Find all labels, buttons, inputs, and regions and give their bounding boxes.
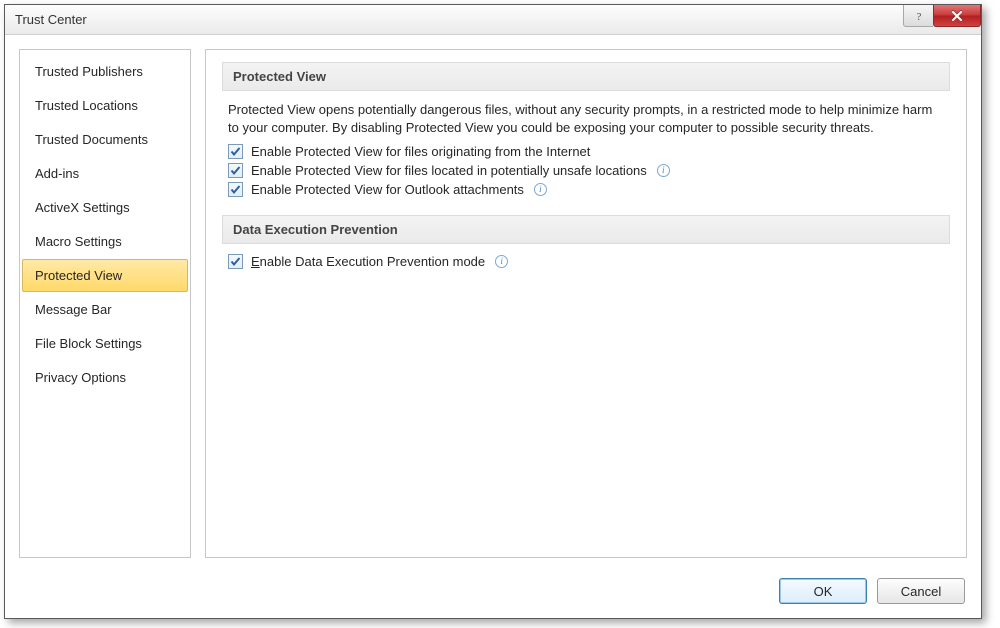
sidebar-item-trusted-locations[interactable]: Trusted Locations	[22, 89, 188, 122]
check-icon	[230, 184, 241, 195]
check-icon	[230, 165, 241, 176]
check-icon	[230, 146, 241, 157]
main-panel: Protected View Protected View opens pote…	[205, 49, 967, 558]
sidebar-item-label: ActiveX Settings	[35, 200, 130, 215]
checkbox-label: Enable Data Execution Prevention mode	[251, 254, 485, 269]
checkbox-outlook-attachments[interactable]	[228, 182, 243, 197]
close-icon	[951, 11, 963, 21]
check-icon	[230, 256, 241, 267]
sidebar-item-file-block-settings[interactable]: File Block Settings	[22, 327, 188, 360]
titlebar: Trust Center ?	[5, 5, 981, 35]
option-row: Enable Data Execution Prevention mode i	[228, 254, 944, 269]
checkbox-dep-mode[interactable]	[228, 254, 243, 269]
dialog-content: Trusted Publishers Trusted Locations Tru…	[5, 35, 981, 568]
sidebar-item-activex-settings[interactable]: ActiveX Settings	[22, 191, 188, 224]
info-icon[interactable]: i	[495, 255, 508, 268]
svg-text:?: ?	[916, 11, 921, 22]
info-icon[interactable]: i	[657, 164, 670, 177]
sidebar-item-label: Message Bar	[35, 302, 112, 317]
sidebar-item-trusted-publishers[interactable]: Trusted Publishers	[22, 55, 188, 88]
sidebar-item-label: Macro Settings	[35, 234, 122, 249]
help-button[interactable]: ?	[903, 5, 933, 27]
sidebar-item-privacy-options[interactable]: Privacy Options	[22, 361, 188, 394]
option-row: Enable Protected View for files originat…	[228, 144, 944, 159]
section-header-dep: Data Execution Prevention	[222, 215, 950, 244]
window-controls: ?	[903, 5, 981, 27]
info-icon[interactable]: i	[534, 183, 547, 196]
sidebar-item-message-bar[interactable]: Message Bar	[22, 293, 188, 326]
checkbox-label: Enable Protected View for files located …	[251, 163, 647, 178]
option-row: Enable Protected View for files located …	[228, 163, 944, 178]
window-title: Trust Center	[15, 12, 87, 27]
trust-center-dialog: Trust Center ? Trusted Publishers Truste…	[4, 4, 982, 619]
sidebar-item-label: File Block Settings	[35, 336, 142, 351]
sidebar-item-label: Trusted Publishers	[35, 64, 143, 79]
protected-view-description: Protected View opens potentially dangero…	[228, 101, 944, 136]
checkbox-unsafe-locations[interactable]	[228, 163, 243, 178]
section-header-protected-view: Protected View	[222, 62, 950, 91]
cancel-button[interactable]: Cancel	[877, 578, 965, 604]
sidebar-item-add-ins[interactable]: Add-ins	[22, 157, 188, 190]
option-row: Enable Protected View for Outlook attach…	[228, 182, 944, 197]
checkbox-internet-files[interactable]	[228, 144, 243, 159]
checkbox-label: Enable Protected View for Outlook attach…	[251, 182, 524, 197]
sidebar-item-label: Protected View	[35, 268, 122, 283]
dialog-footer: OK Cancel	[5, 568, 981, 618]
category-sidebar: Trusted Publishers Trusted Locations Tru…	[19, 49, 191, 558]
help-icon: ?	[914, 10, 924, 22]
sidebar-item-label: Trusted Documents	[35, 132, 148, 147]
sidebar-item-label: Add-ins	[35, 166, 79, 181]
sidebar-item-macro-settings[interactable]: Macro Settings	[22, 225, 188, 258]
sidebar-item-protected-view[interactable]: Protected View	[22, 259, 188, 292]
sidebar-item-label: Privacy Options	[35, 370, 126, 385]
ok-button[interactable]: OK	[779, 578, 867, 604]
sidebar-item-trusted-documents[interactable]: Trusted Documents	[22, 123, 188, 156]
sidebar-item-label: Trusted Locations	[35, 98, 138, 113]
close-button[interactable]	[933, 5, 981, 27]
checkbox-label: Enable Protected View for files originat…	[251, 144, 590, 159]
